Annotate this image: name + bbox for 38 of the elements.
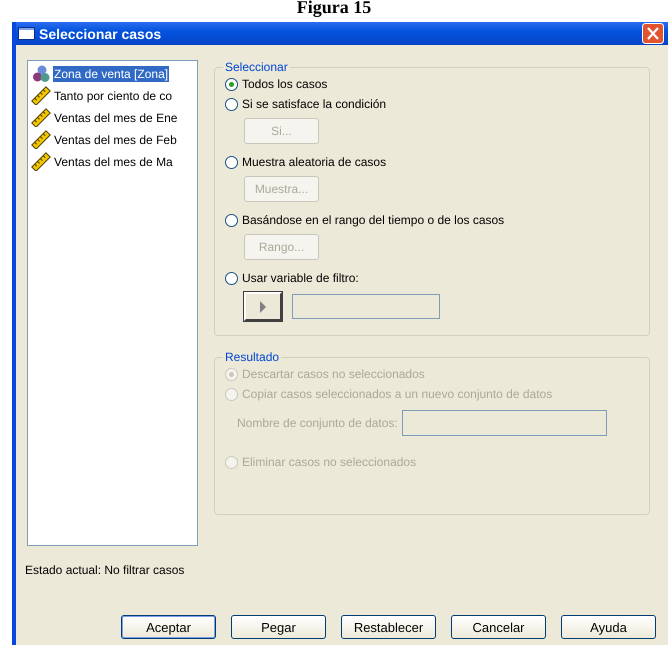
dialog-button[interactable]: Cancelar	[451, 615, 546, 639]
variable-item[interactable]: Ventas del mes de Ene	[53, 110, 178, 126]
field-label: Nombre de conjunto de datos:	[237, 416, 398, 430]
input-field[interactable]	[292, 294, 440, 319]
option-label: Muestra aleatoria de casos	[242, 155, 386, 169]
variable-list[interactable]: Zona de venta [Zona] Tanto por ciento de co Ventas del mes de Ene Ventas del mes de Feb Ventas del mes de Ma	[27, 60, 198, 546]
ruler-icon	[31, 130, 51, 149]
radio-button[interactable]	[225, 272, 238, 284]
dialog-button[interactable]: Pegar	[231, 615, 326, 639]
dialog-button[interactable]: Ayuda	[561, 615, 656, 639]
radio-button[interactable]	[225, 98, 238, 110]
figure-caption: Figura 15	[296, 0, 372, 19]
move-button[interactable]	[244, 292, 282, 321]
variable-item[interactable]: Ventas del mes de Feb	[53, 132, 178, 148]
dialog-button[interactable]: Aceptar	[121, 615, 216, 639]
option-label: Eliminar casos no seleccionados	[242, 455, 416, 469]
radio-button[interactable]	[225, 156, 238, 168]
variable-item[interactable]: Zona de venta [Zona]	[53, 66, 170, 82]
arrow-icon	[260, 300, 266, 312]
option-label: Usar variable de filtro:	[242, 271, 359, 285]
variable-item[interactable]: Ventas del mes de Ma	[53, 154, 174, 170]
option-label: Todos los casos	[242, 77, 328, 91]
ruler-icon	[31, 108, 51, 127]
dialog-button[interactable]: Restablecer	[341, 615, 436, 639]
window-title: Seleccionar casos	[39, 26, 162, 42]
variable-item[interactable]: Tanto por ciento de co	[53, 88, 174, 104]
status-text: Estado actual: No filtrar casos	[25, 563, 186, 577]
group-title: Seleccionar	[224, 60, 289, 74]
option-label: Basándose en el rango del tiempo o de los casos	[242, 213, 504, 227]
option-label: Copiar casos seleccionados a un nuevo conjunto de datos	[242, 387, 552, 401]
radio-button[interactable]	[225, 214, 238, 226]
close-icon[interactable]	[642, 23, 664, 44]
nominal-variable-icon	[31, 64, 51, 83]
option-label: Si se satisface la condición	[242, 97, 386, 111]
radio-button[interactable]	[225, 78, 238, 90]
option-label: Descartar casos no seleccionados	[242, 367, 425, 381]
group-title: Resultado	[224, 350, 280, 364]
window-icon	[18, 27, 35, 40]
